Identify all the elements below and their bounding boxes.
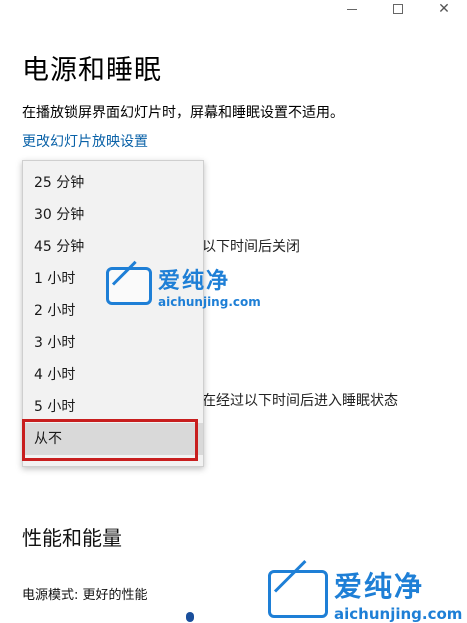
watermark: 爱纯净 aichunjing.com — [268, 565, 462, 623]
window-controls: ✕ — [329, 0, 467, 18]
close-icon: ✕ — [438, 1, 450, 17]
dropdown-option[interactable]: 5 小时 — [23, 391, 203, 423]
watermark: 爱纯净 aichunjing.com — [106, 263, 261, 309]
dropdown-option[interactable]: 3 小时 — [23, 327, 203, 359]
maximize-button[interactable] — [375, 0, 421, 18]
dropdown-option-selected[interactable]: 从不 — [23, 423, 203, 455]
dropdown-option[interactable]: 25 分钟 — [23, 167, 203, 199]
watermark-en: aichunjing.com — [158, 295, 261, 309]
slideshow-settings-link[interactable]: 更改幻灯片放映设置 — [22, 131, 148, 151]
watermark-logo-icon — [268, 570, 328, 618]
minimize-button[interactable] — [329, 0, 375, 18]
power-mode-slider-thumb[interactable] — [186, 612, 194, 622]
dropdown-option[interactable]: 30 分钟 — [23, 199, 203, 231]
performance-section-heading: 性能和能量 — [22, 526, 122, 550]
sleep-timeout-dropdown[interactable]: 25 分钟 30 分钟 45 分钟 1 小时 2 小时 3 小时 4 小时 5 … — [22, 160, 204, 467]
maximize-icon — [393, 4, 403, 14]
close-button[interactable]: ✕ — [421, 0, 467, 18]
watermark-cn: 爱纯净 — [334, 570, 425, 603]
dropdown-option[interactable]: 4 小时 — [23, 359, 203, 391]
page-title: 电源和睡眠 — [22, 55, 162, 86]
dropdown-option[interactable]: 45 分钟 — [23, 231, 203, 263]
screen-off-label: 以下时间后关闭 — [202, 239, 300, 255]
watermark-logo-icon — [106, 267, 152, 305]
minimize-icon — [347, 8, 357, 10]
watermark-en: aichunjing.com — [334, 605, 463, 623]
power-mode-label: 电源模式: 更好的性能 — [22, 588, 148, 603]
watermark-cn: 爱纯净 — [158, 269, 231, 294]
lockscreen-info-text: 在播放锁屏界面幻灯片时，屏幕和睡眠设置不适用。 — [22, 105, 344, 121]
sleep-label: 在经过以下时间后进入睡眠状态 — [202, 393, 398, 409]
